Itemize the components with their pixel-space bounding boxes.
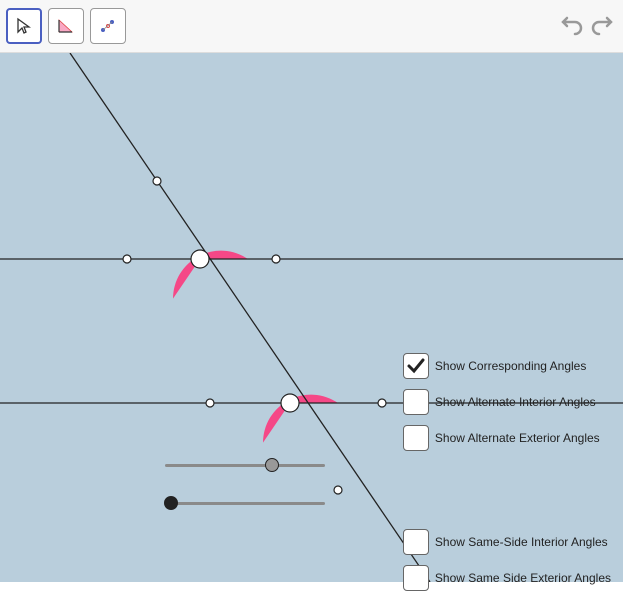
checkbox-same-exterior[interactable]: [403, 565, 429, 591]
slider-track: [165, 502, 325, 505]
pointer-icon: [15, 17, 33, 35]
undo-icon: [561, 15, 583, 37]
checkbox-label: Show Same-Side Interior Angles: [435, 535, 608, 549]
slider-thumb[interactable]: [164, 496, 178, 510]
redo-button[interactable]: [589, 13, 615, 39]
checkbox-label: Show Same Side Exterior Angles: [435, 571, 611, 585]
checkbox-alt-exterior[interactable]: [403, 425, 429, 451]
angle-icon: [56, 16, 76, 36]
tool-locus[interactable]: [90, 8, 126, 44]
point-4[interactable]: [206, 399, 214, 407]
checkbox-alt-interior[interactable]: [403, 389, 429, 415]
point-1[interactable]: [123, 255, 131, 263]
slider-slider1[interactable]: [165, 455, 325, 475]
checkbox-label: Show Alternate Exterior Angles: [435, 431, 600, 445]
checkbox-label: Show Alternate Interior Angles: [435, 395, 596, 409]
toolbar: [0, 0, 623, 53]
slider-slider2[interactable]: [165, 493, 325, 513]
geometry-canvas[interactable]: Show Corresponding Angles Show Alternate …: [0, 53, 623, 582]
tool-angle[interactable]: [48, 8, 84, 44]
checkbox-label: Show Corresponding Angles: [435, 359, 586, 373]
undo-button[interactable]: [559, 13, 585, 39]
checkbox-corresponding[interactable]: [403, 353, 429, 379]
check-icon: [406, 356, 426, 376]
locus-icon: [98, 16, 118, 36]
checkbox-row-alt-interior: Show Alternate Interior Angles: [403, 384, 611, 420]
checkbox-same-interior[interactable]: [403, 529, 429, 555]
point-3[interactable]: [272, 255, 280, 263]
slider-track: [165, 464, 325, 467]
checkbox-row-alt-exterior: Show Alternate Exterior Angles: [403, 420, 611, 456]
angle-arc-1: [173, 251, 248, 299]
point-7[interactable]: [334, 486, 342, 494]
angle-arc-2: [263, 395, 338, 443]
slider-thumb[interactable]: [265, 458, 279, 472]
undo-redo-group: [559, 13, 615, 39]
checkbox-row-same-exterior: Show Same Side Exterior Angles: [403, 560, 611, 596]
redo-icon: [591, 15, 613, 37]
control-panel: Show Corresponding Angles Show Alternate …: [403, 348, 611, 596]
point-0[interactable]: [153, 177, 161, 185]
tool-pointer[interactable]: [6, 8, 42, 44]
point-5[interactable]: [281, 394, 299, 412]
checkbox-row-same-interior: Show Same-Side Interior Angles: [403, 524, 611, 560]
checkbox-row-corresponding: Show Corresponding Angles: [403, 348, 611, 384]
point-6[interactable]: [378, 399, 386, 407]
point-2[interactable]: [191, 250, 209, 268]
